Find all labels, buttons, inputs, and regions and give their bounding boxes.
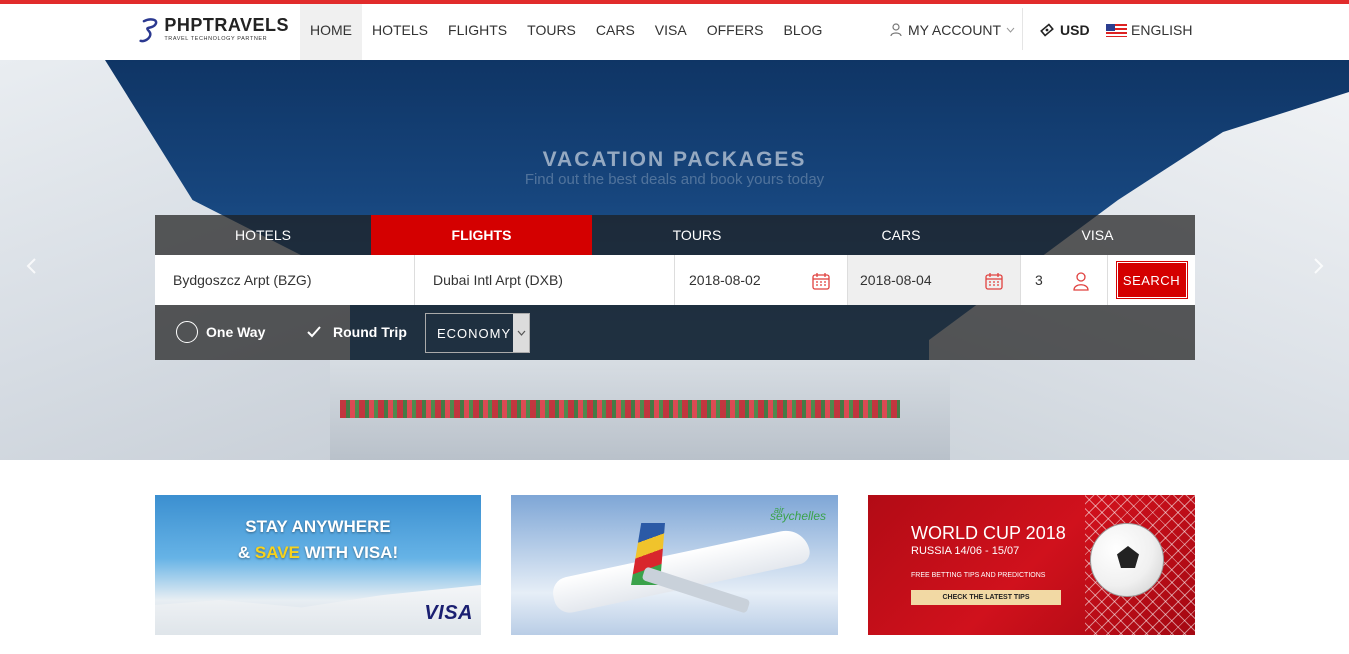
money-icon [1040, 23, 1054, 37]
search-tabs: HOTELS FLIGHTS TOURS CARS VISA [155, 215, 1195, 255]
my-account-label: MY ACCOUNT [908, 22, 1002, 38]
promo-card-visa[interactable]: STAY ANYWHERE & SAVE WITH VISA! VISA [155, 495, 481, 635]
us-flag-icon [1106, 23, 1127, 37]
radio-circle-icon [176, 321, 198, 343]
my-account-menu[interactable]: MY ACCOUNT [890, 4, 1015, 56]
flight-search-form: Bydgoszcz Arpt (BZG) Dubai Intl Arpt (DX… [155, 255, 1195, 305]
site-header: PHPTRAVELS TRAVEL TECHNOLOGY PARTNER HOM… [0, 4, 1349, 60]
tab-tours[interactable]: TOURS [592, 215, 802, 255]
tab-hotels[interactable]: HOTELS [155, 215, 371, 255]
visa-card-line1: STAY ANYWHERE [245, 517, 391, 536]
calendar-icon [985, 273, 1003, 290]
search-button-wrap: SEARCH [1108, 255, 1195, 305]
worldcup-tips-button[interactable]: CHECK THE LATEST TIPS [911, 590, 1061, 605]
logo-title: PHPTRAVELS [164, 15, 289, 35]
slider-prev-icon[interactable] [22, 256, 42, 276]
nav-cars[interactable]: CARS [586, 4, 645, 60]
cabin-class-select[interactable]: ECONOMY [425, 313, 530, 353]
trip-options-bar: One Way Round Trip ECONOMY [155, 305, 1195, 360]
nav-blog[interactable]: BLOG [773, 4, 832, 60]
airplane-body [550, 526, 812, 616]
tab-visa[interactable]: VISA [1000, 215, 1195, 255]
main-nav: HOME HOTELS FLIGHTS TOURS CARS VISA OFFE… [300, 4, 832, 60]
language-label: ENGLISH [1131, 22, 1193, 38]
currency-selector[interactable]: USD [1040, 4, 1090, 56]
logo-tagline: TRAVEL TECHNOLOGY PARTNER [164, 36, 268, 42]
worldcup-subtitle: RUSSIA 14/06 - 15/07 [911, 545, 1020, 557]
person-icon [1073, 272, 1089, 291]
chevron-down-icon [1006, 27, 1015, 33]
visa-card-line2: & SAVE WITH VISA! [237, 543, 399, 562]
tab-flights[interactable]: FLIGHTS [371, 215, 592, 255]
promo-card-airline[interactable]: air seychelles [511, 495, 838, 635]
worldcup-title: WORLD CUP 2018 [911, 523, 1066, 543]
visa-logo: VISA [424, 602, 473, 624]
user-icon [890, 23, 902, 37]
logo-icon [139, 18, 158, 43]
site-logo[interactable]: PHPTRAVELS TRAVEL TECHNOLOGY PARTNER [139, 15, 289, 51]
one-way-label: One Way [206, 324, 266, 340]
calendar-icon [812, 273, 830, 290]
nav-offers[interactable]: OFFERS [697, 4, 774, 60]
chevron-down-icon [513, 314, 529, 352]
passengers-value: 3 [1035, 272, 1043, 288]
hero-banner: VACATION PACKAGES Find out the best deal… [0, 60, 1349, 460]
worldcup-note: FREE BETTING TIPS AND PREDICTIONS [911, 572, 1046, 579]
round-trip-radio[interactable]: Round Trip [307, 321, 407, 343]
soccer-ball-icon [1090, 523, 1164, 597]
hero-subtitle: Find out the best deals and book yours t… [524, 171, 825, 188]
promo-card-worldcup[interactable]: WORLD CUP 2018 RUSSIA 14/06 - 15/07 FREE… [868, 495, 1195, 635]
nav-flights[interactable]: FLIGHTS [438, 4, 517, 60]
one-way-radio[interactable]: One Way [176, 321, 265, 343]
to-field[interactable]: Dubai Intl Arpt (DXB) [415, 255, 675, 305]
depart-date-value: 2018-08-02 [689, 272, 761, 288]
round-trip-label: Round Trip [333, 324, 407, 340]
slider-next-icon[interactable] [1308, 256, 1328, 276]
nav-home[interactable]: HOME [300, 4, 362, 60]
header-divider [1022, 8, 1023, 50]
currency-label: USD [1060, 22, 1090, 38]
nav-visa[interactable]: VISA [645, 4, 697, 60]
nav-hotels[interactable]: HOTELS [362, 4, 438, 60]
return-date-value: 2018-08-04 [860, 272, 932, 288]
checkmark-icon [307, 321, 325, 343]
hero-bg-flowers [340, 400, 900, 418]
airline-logo-text: seychelles [769, 509, 826, 523]
hero-title: VACATION PACKAGES [542, 148, 807, 171]
cabin-class-value: ECONOMY [437, 325, 512, 341]
tab-cars[interactable]: CARS [802, 215, 1000, 255]
passengers-field[interactable]: 3 [1021, 255, 1108, 305]
search-button[interactable]: SEARCH [1115, 261, 1188, 299]
depart-date-field[interactable]: 2018-08-02 [675, 255, 848, 305]
nav-tours[interactable]: TOURS [517, 4, 586, 60]
return-date-field[interactable]: 2018-08-04 [848, 255, 1021, 305]
language-selector[interactable]: ENGLISH [1106, 4, 1192, 56]
from-field[interactable]: Bydgoszcz Arpt (BZG) [155, 255, 415, 305]
